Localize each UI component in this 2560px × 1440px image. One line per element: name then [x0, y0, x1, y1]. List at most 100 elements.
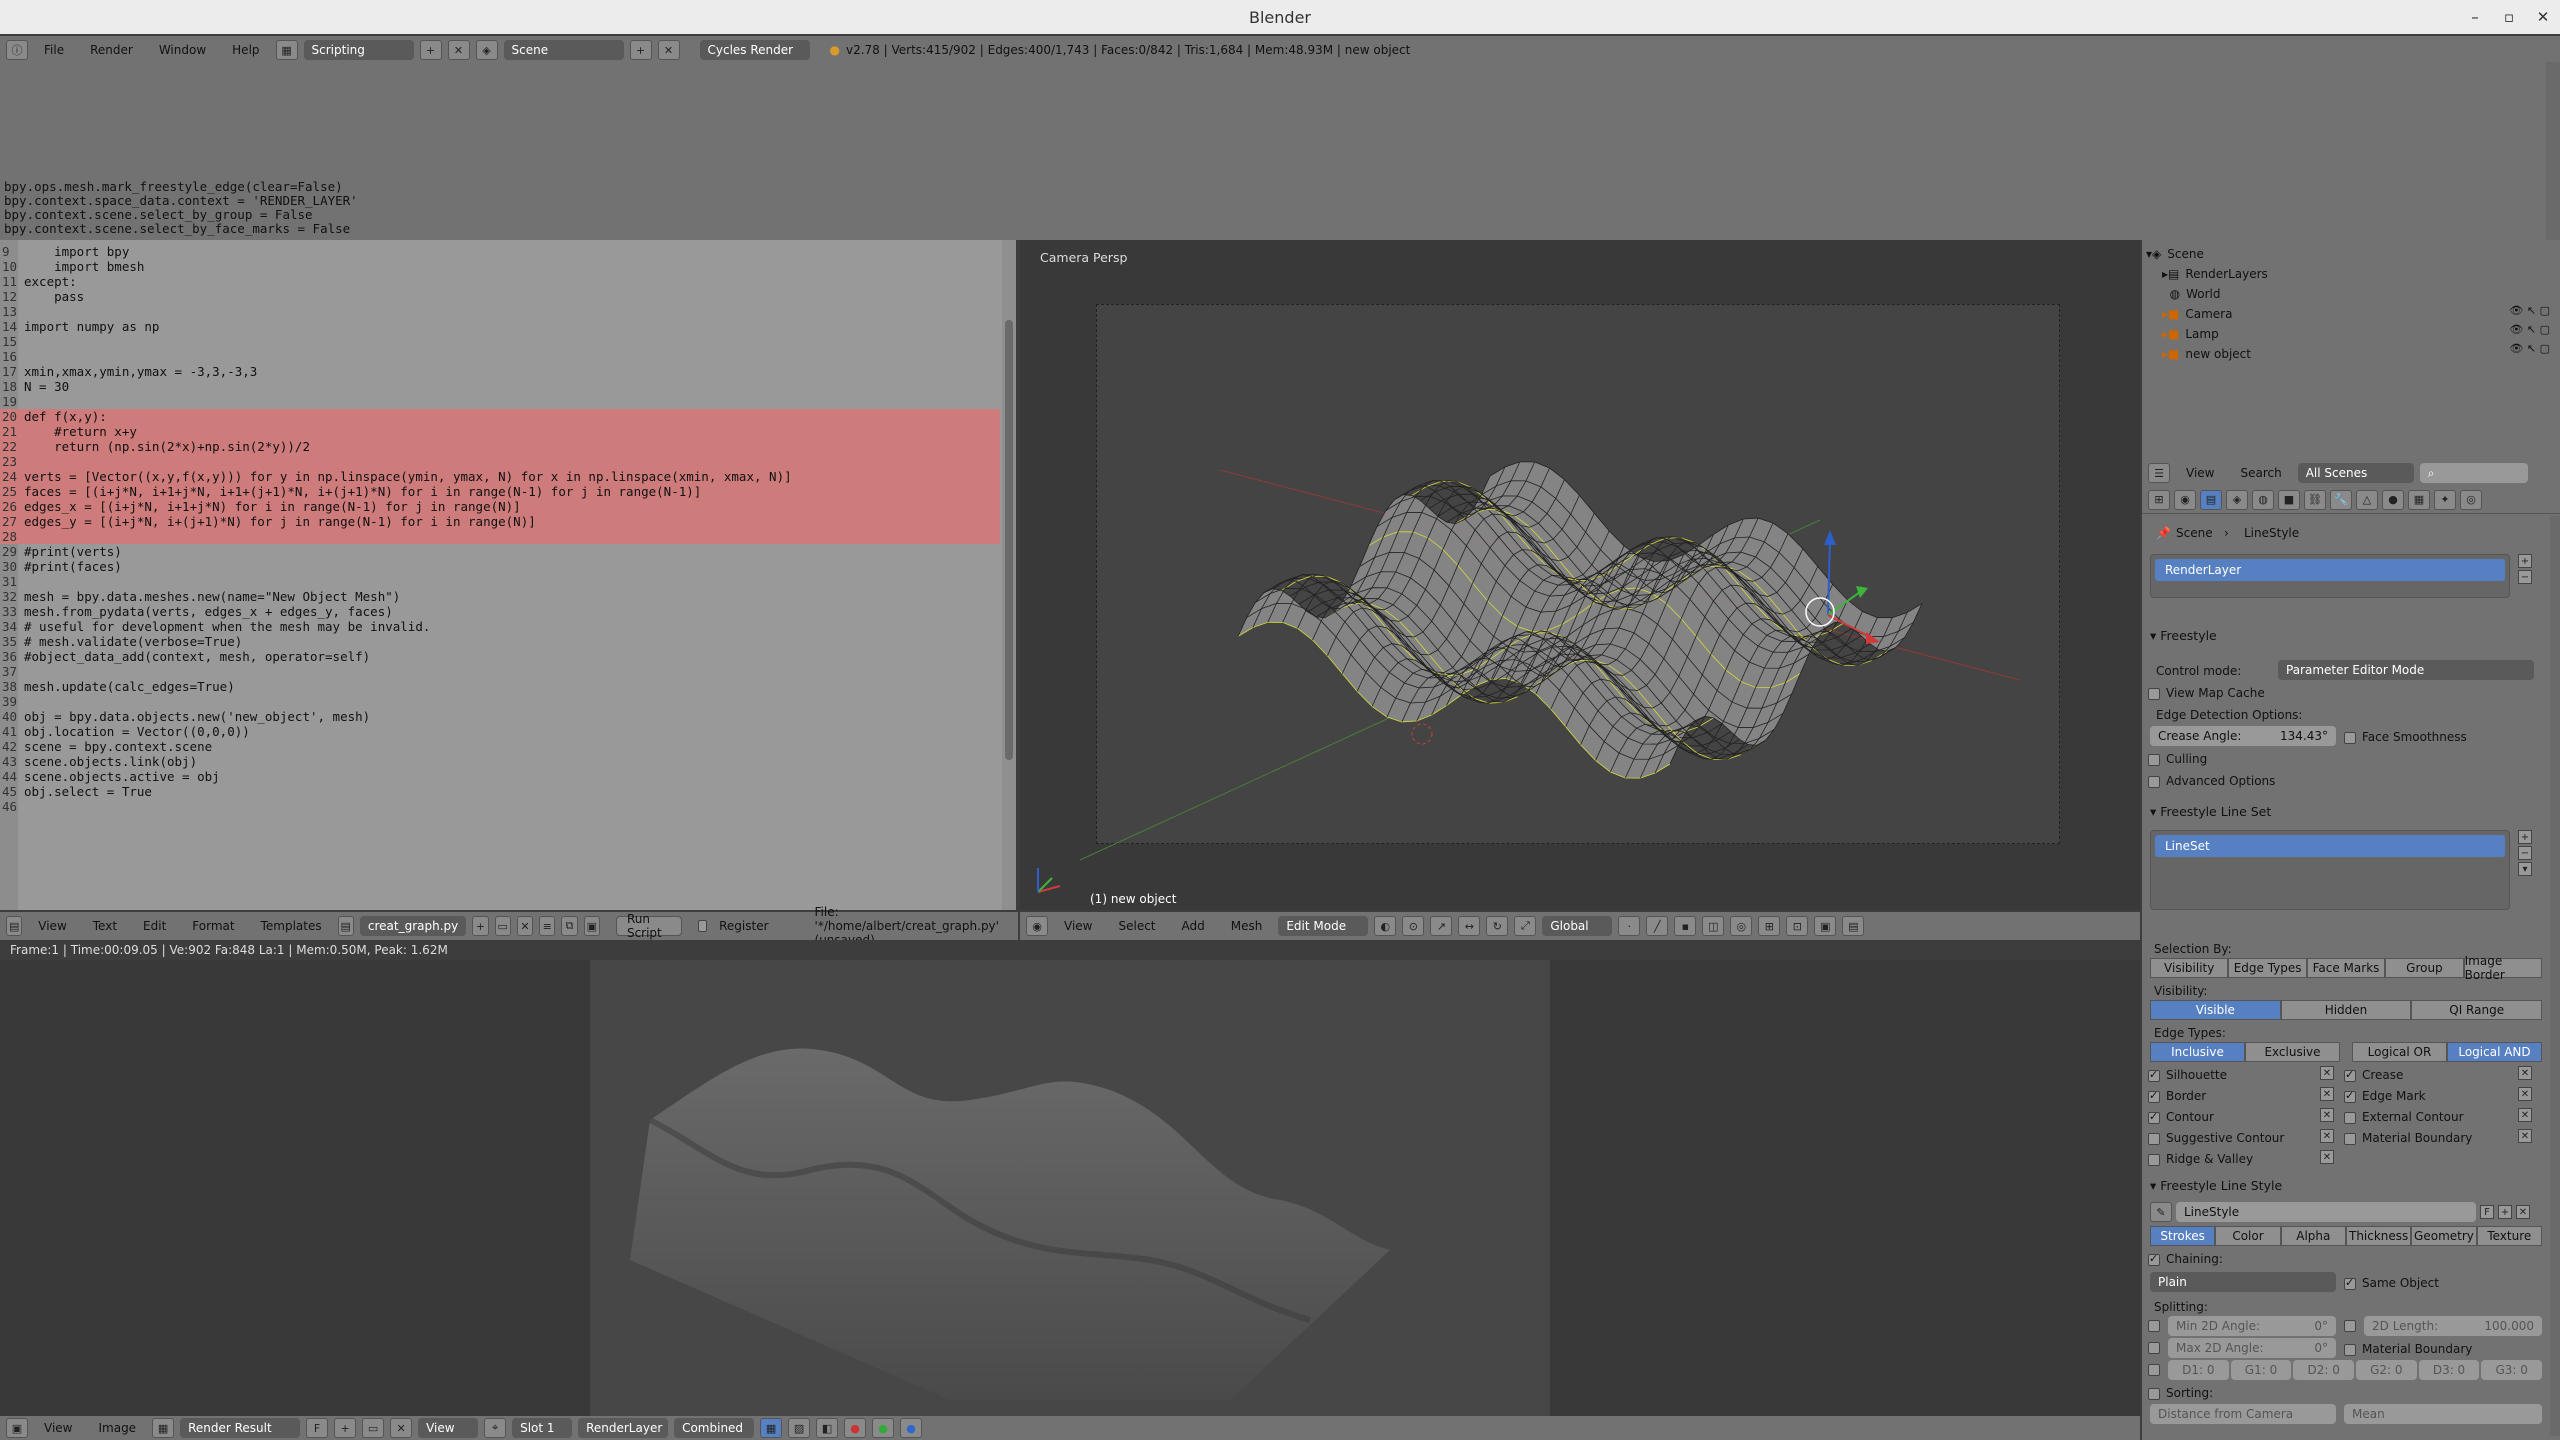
fake-user-icon[interactable]: F	[306, 1418, 329, 1438]
chaining-checkbox[interactable]: Chaining:	[2148, 1252, 2223, 1266]
exclude-toggle-icon[interactable]: ✕	[2320, 1129, 2334, 1143]
code-line[interactable]: 45 obj.select = True	[0, 784, 1000, 799]
menu-edit[interactable]: Edit	[133, 919, 176, 933]
code-line[interactable]: 38 mesh.update(calc_edges=True)	[0, 679, 1000, 694]
code-line[interactable]: 11 except:	[0, 274, 1000, 289]
min2d-angle-field[interactable]: Min 2D Angle: 0°	[2168, 1316, 2336, 1336]
line-numbers-icon[interactable]: ≡	[539, 916, 556, 936]
code-line[interactable]: 41 obj.location = Vector((0,0,0))	[0, 724, 1000, 739]
exclude-toggle-icon[interactable]: ✕	[2320, 1087, 2334, 1101]
shading-icon[interactable]: ◐	[1374, 916, 1397, 936]
code-line[interactable]: 10 import bmesh	[0, 259, 1000, 274]
modifiers-tab-icon[interactable]: 🔧	[2330, 489, 2352, 510]
crease-angle-field[interactable]: Crease Angle: 134.43°	[2150, 726, 2336, 746]
add-scene-icon[interactable]: +	[629, 40, 652, 60]
menu-file[interactable]: File	[34, 43, 74, 57]
freestyle-panel-header[interactable]: ▾ Freestyle	[2150, 628, 2217, 643]
exclude-toggle-icon[interactable]: ✕	[2518, 1108, 2532, 1122]
add-lineset-icon[interactable]: +	[2518, 830, 2532, 844]
lineset-list[interactable]: LineSet	[2150, 830, 2510, 910]
max2d-angle-field[interactable]: Max 2D Angle: 0°	[2168, 1338, 2336, 1358]
visibility-eye-icon[interactable]: 👁 ↖ ▢	[2509, 342, 2550, 355]
code-line[interactable]: 16	[0, 349, 1000, 364]
selection-tab-group[interactable]: Group	[2385, 958, 2464, 978]
edge-mark-checkbox[interactable]: Edge Mark	[2344, 1089, 2426, 1103]
selection-tab-face-marks[interactable]: Face Marks	[2306, 958, 2386, 978]
maximize-icon[interactable]: ▫	[2492, 0, 2526, 34]
exclude-toggle-icon[interactable]: ✕	[2518, 1087, 2532, 1101]
render-layers-tab-icon[interactable]: ▤	[2200, 489, 2222, 510]
display-mode-select[interactable]: All Scenes	[2297, 463, 2414, 483]
properties-scrollbar[interactable]	[2550, 516, 2560, 1436]
style-tab-thickness[interactable]: Thickness	[2345, 1226, 2412, 1246]
menu-help[interactable]: Help	[222, 43, 269, 57]
menu-view[interactable]: View	[34, 1421, 82, 1435]
style-tab-color[interactable]: Color	[2215, 1226, 2281, 1246]
code-line[interactable]: 23	[0, 454, 1000, 469]
opengl-anim-icon[interactable]: ▤	[1842, 916, 1865, 936]
image-editor[interactable]	[0, 960, 2140, 1416]
d2-field[interactable]: D2: 0	[2293, 1360, 2355, 1380]
code-line[interactable]: 13	[0, 304, 1000, 319]
code-line[interactable]: 36 #object_data_add(context, mesh, operat…	[0, 649, 1000, 664]
slot-select[interactable]: Slot 1	[512, 1418, 573, 1438]
code-line[interactable]: 22 return (np.sin(2*x)+np.sin(2*y))/2	[0, 439, 1000, 454]
outliner-item-renderlayers[interactable]: RenderLayers	[2185, 267, 2267, 281]
render-tab-icon[interactable]: ◉	[2174, 489, 2196, 510]
object-tab-icon[interactable]: ■	[2278, 489, 2300, 510]
code-line[interactable]: 28	[0, 529, 1000, 544]
style-tab-strokes[interactable]: Strokes	[2150, 1226, 2216, 1246]
linestyle-browse-icon[interactable]: ✎	[2150, 1202, 2172, 1222]
d3-field[interactable]: D3: 0	[2418, 1360, 2480, 1380]
scene-tab-icon[interactable]: ◈	[2226, 489, 2248, 510]
layout-grid-icon[interactable]: ▦	[275, 40, 298, 60]
sorting-checkbox[interactable]: Sorting:	[2148, 1386, 2213, 1400]
style-tab-geometry[interactable]: Geometry	[2411, 1226, 2477, 1246]
face-smoothness-checkbox[interactable]: Face Smoothness	[2344, 730, 2467, 744]
code-line[interactable]: 40 obj = bpy.data.objects.new('new_object…	[0, 709, 1000, 724]
render-engine-select[interactable]: Cycles Render	[699, 40, 810, 60]
menu-add[interactable]: Add	[1172, 919, 1215, 933]
edge-select-icon[interactable]: ╱	[1646, 916, 1669, 936]
menu-format[interactable]: Format	[182, 919, 244, 933]
run-script-button[interactable]: Run Script	[615, 912, 682, 940]
contour-checkbox[interactable]: Contour	[2148, 1110, 2214, 1124]
code-line[interactable]: 9 import bpy	[0, 244, 1000, 259]
menu-search[interactable]: Search	[2230, 466, 2291, 480]
code-line[interactable]: 17 xmin,xmax,ymin,ymax = -3,3,-3,3	[0, 364, 1000, 379]
edge-tab-exclusive[interactable]: Exclusive	[2245, 1042, 2340, 1062]
visibility-eye-icon[interactable]: 👁 ↖ ▢	[2509, 304, 2550, 317]
menu-image[interactable]: Image	[88, 1421, 146, 1435]
properties-editor[interactable]: ⊞ ◉ ▤ ◈ ◍ ■ ⛓ 🔧 △ ● ▦ ✦ ◎ 📌 Scene › Line…	[2142, 486, 2560, 1440]
menu-view[interactable]: View	[28, 919, 76, 933]
scale-icon[interactable]: ⤢	[1514, 916, 1537, 936]
advanced-options-checkbox[interactable]: Advanced Options	[2148, 774, 2275, 788]
renderlayer-item[interactable]: RenderLayer	[2155, 559, 2505, 581]
add-text-icon[interactable]: +	[472, 916, 489, 936]
view-mode-select[interactable]: View	[418, 1418, 479, 1438]
code-lines[interactable]: 9 import bpy 10 import bmesh 11 except: 12 p…	[0, 244, 1000, 814]
green-channel-icon[interactable]: ●	[872, 1418, 895, 1438]
register-checkbox[interactable]	[697, 920, 708, 932]
lineset-panel-header[interactable]: ▾ Freestyle Line Set	[2150, 804, 2271, 819]
image-datablock-icon[interactable]: ▦	[152, 1418, 175, 1438]
code-line[interactable]: 29 #print(verts)	[0, 544, 1000, 559]
menu-window[interactable]: Window	[149, 43, 216, 57]
suggestive-contour-checkbox[interactable]: Suggestive Contour	[2148, 1131, 2284, 1145]
code-line[interactable]: 20 def f(x,y):	[0, 409, 1000, 424]
code-line[interactable]: 46	[0, 799, 1000, 814]
menu-templates[interactable]: Templates	[251, 919, 332, 933]
d1-field[interactable]: D1: 0	[2168, 1360, 2229, 1380]
rotate-icon[interactable]: ↻	[1486, 916, 1509, 936]
properties-editor-icon[interactable]: ⊞	[2148, 489, 2170, 510]
visibility-tab-qi-range[interactable]: QI Range	[2411, 1000, 2543, 1020]
code-line[interactable]: 35 # mesh.validate(verbose=True)	[0, 634, 1000, 649]
selection-tab-image-border[interactable]: Image Border	[2463, 954, 2543, 982]
sort-mode-select[interactable]: Mean	[2344, 1404, 2542, 1424]
crease-checkbox[interactable]: Crease	[2344, 1068, 2403, 1082]
code-line[interactable]: 21 #return x+y	[0, 424, 1000, 439]
renderlayer-list[interactable]: RenderLayer	[2150, 554, 2510, 598]
control-mode-select[interactable]: Parameter Editor Mode	[2278, 660, 2534, 680]
remove-layout-icon[interactable]: ✕	[447, 40, 470, 60]
open-image-icon[interactable]: ▭	[362, 1418, 385, 1438]
